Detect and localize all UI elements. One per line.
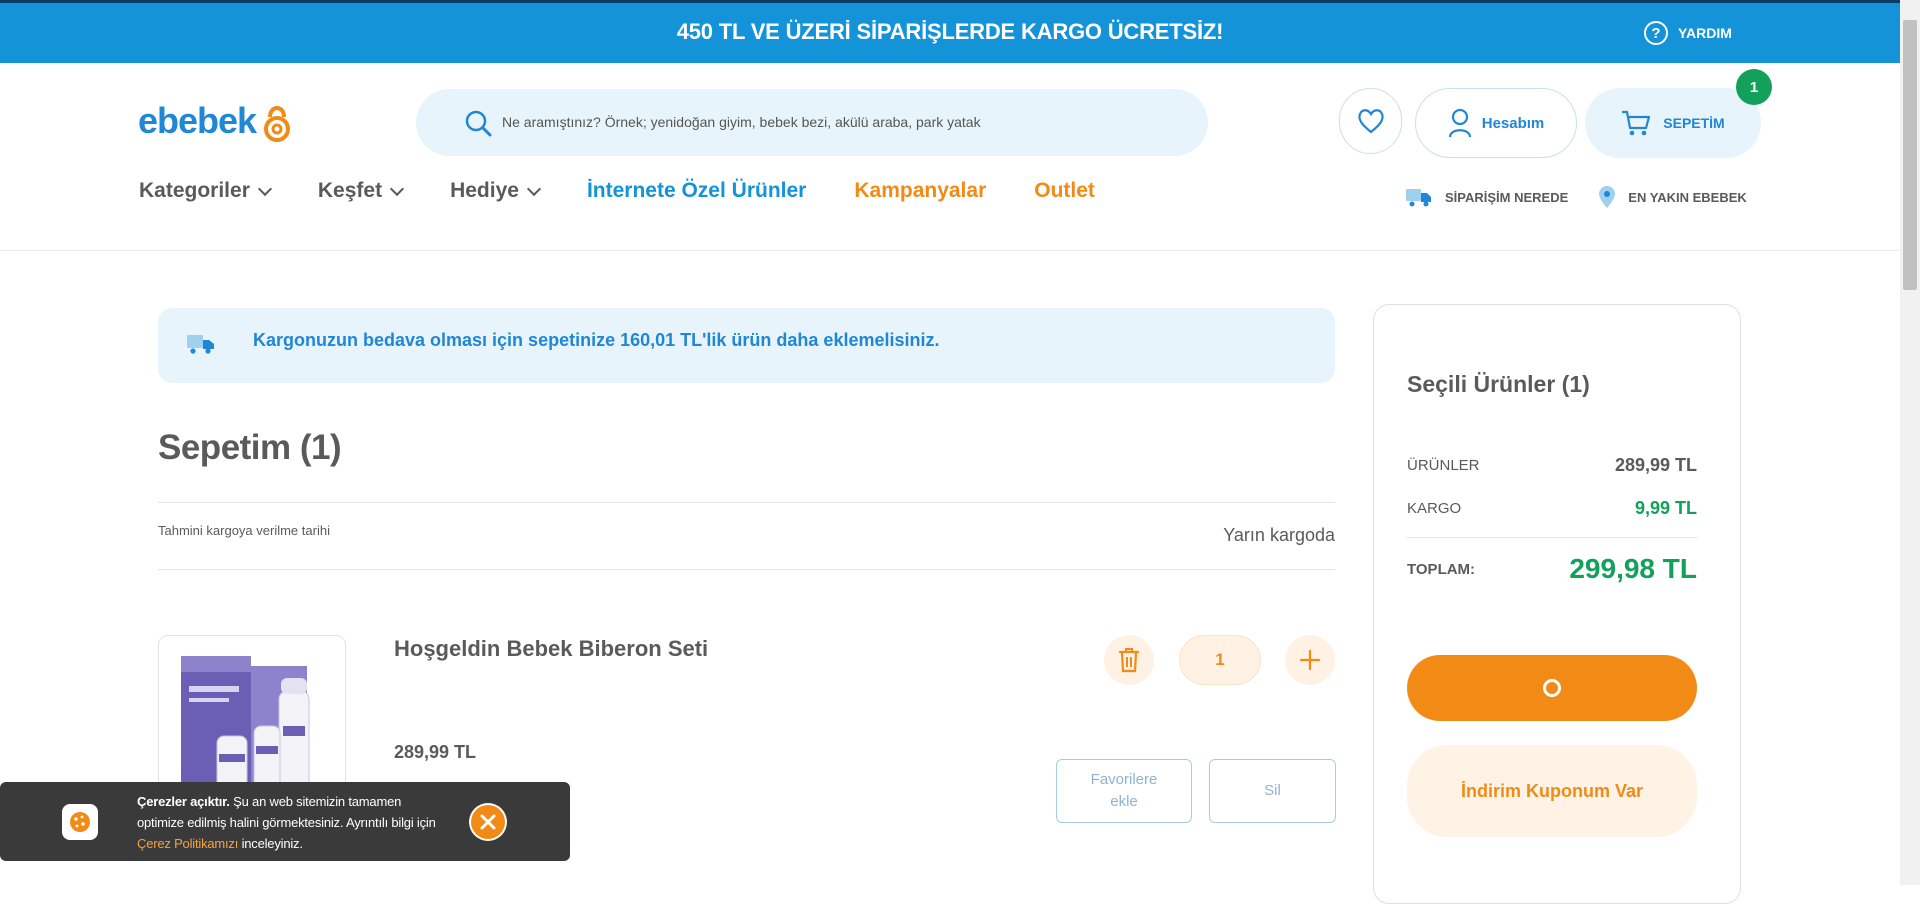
nav-gift-label: Hediye xyxy=(450,179,519,202)
main-nav: Kategoriler Keşfet Hediye İnternete Özel… xyxy=(139,179,1143,203)
nav-discover-label: Keşfet xyxy=(317,179,383,202)
quantity-field[interactable]: 1 xyxy=(1179,635,1261,685)
cart-count-badge: 1 xyxy=(1736,69,1772,105)
confirm-cart-button[interactable] xyxy=(1407,655,1697,721)
account-label: Hesabım xyxy=(1481,114,1545,132)
close-cookie-button[interactable] xyxy=(469,803,507,841)
page-title: Sepetim (1) xyxy=(158,428,342,467)
order-summary: Seçili Ürünler (1) ÜRÜNLER 289,99 TL KAR… xyxy=(1373,304,1741,904)
nav-discover[interactable]: Keşfet xyxy=(317,179,405,203)
summary-divider xyxy=(1407,537,1697,538)
summary-products-row: ÜRÜNLER 289,99 TL xyxy=(1407,455,1697,476)
chevron-down-icon xyxy=(390,181,405,197)
site-header: ebebek Hesabım SEPETİM 1 xyxy=(0,63,1900,251)
nearest-store-link[interactable]: EN YAKIN EBEBEK xyxy=(1598,185,1747,209)
product-image[interactable] xyxy=(158,635,346,805)
estimated-shipping-value: Yarın kargoda xyxy=(1223,525,1335,545)
help-link[interactable]: ? YARDIM xyxy=(1644,21,1732,45)
nav-gift[interactable]: Hediye xyxy=(450,179,542,203)
chevron-down-icon xyxy=(526,181,542,197)
cookie-notice-text: Çerezler açıktır. Şu an web sitemizin ta… xyxy=(137,791,437,854)
cookie-notice-end: inceleyiniz. xyxy=(238,836,303,851)
remove-item-button[interactable]: Sil xyxy=(1209,759,1336,823)
products-label: ÜRÜNLER xyxy=(1407,457,1480,474)
plus-icon xyxy=(1299,649,1321,671)
search-icon[interactable] xyxy=(464,109,492,137)
ebebek-logo[interactable]: ebebek xyxy=(138,99,294,143)
order-tracking-link[interactable]: SİPARİŞİM NEREDE xyxy=(1405,186,1568,208)
search-input[interactable] xyxy=(502,109,1162,135)
scrollbar-thumb[interactable] xyxy=(1903,20,1917,290)
free-shipping-promo: 450 TL VE ÜZERİ SİPARİŞLERDE KARGO ÜCRET… xyxy=(676,19,1224,44)
summary-shipping-row: KARGO 9,99 TL xyxy=(1407,498,1697,519)
product-price: 289,99 TL xyxy=(394,742,477,762)
close-icon xyxy=(471,805,505,839)
cookie-icon xyxy=(62,804,98,840)
heart-icon xyxy=(1357,109,1384,134)
user-icon xyxy=(1448,108,1471,138)
nav-categories[interactable]: Kategoriler xyxy=(139,179,272,203)
favorites-button[interactable] xyxy=(1339,88,1402,154)
delivery-truck-icon xyxy=(1406,189,1431,207)
baby-bottle-set-image xyxy=(181,656,310,802)
help-label: YARDIM xyxy=(1678,25,1732,41)
account-button[interactable]: Hesabım xyxy=(1415,88,1577,158)
logo-text: ebebek xyxy=(138,100,257,141)
delete-item-button[interactable] xyxy=(1104,635,1154,685)
shipping-label: KARGO xyxy=(1407,500,1462,517)
delivery-truck-icon xyxy=(187,335,214,354)
order-tracking-label: SİPARİŞİM NEREDE xyxy=(1445,189,1569,205)
cookie-notice-bold: Çerezler açıktır. xyxy=(137,794,230,809)
trash-icon xyxy=(1118,648,1140,673)
cart-icon xyxy=(1622,110,1651,136)
product-name[interactable]: Hoşgeldin Bebek Biberon Seti xyxy=(394,636,708,662)
nearest-store-label: EN YAKIN EBEBEK xyxy=(1628,189,1747,205)
search-bar xyxy=(416,89,1208,156)
nav-categories-label: Kategoriler xyxy=(139,179,250,202)
shipping-notice: Kargonuzun bedava olması için sepetinize… xyxy=(253,330,940,350)
utility-links: SİPARİŞİM NEREDE EN YAKIN EBEBEK xyxy=(1405,185,1747,209)
chevron-down-icon xyxy=(257,181,272,197)
loading-spinner-icon xyxy=(1543,679,1561,697)
cookie-banner: Çerezler açıktır. Şu an web sitemizin ta… xyxy=(0,782,570,861)
cart-button[interactable]: SEPETİM xyxy=(1585,88,1761,158)
shipping-value: 9,99 TL xyxy=(1634,498,1697,518)
divider xyxy=(158,502,1335,503)
cart-label: SEPETİM xyxy=(1663,115,1725,131)
total-label: TOPLAM: xyxy=(1407,560,1476,578)
nav-online-exclusive[interactable]: İnternete Özel Ürünler xyxy=(587,179,806,203)
nav-outlet[interactable]: Outlet xyxy=(1034,179,1095,203)
coupon-button[interactable]: İndirim Kuponum Var xyxy=(1407,745,1697,837)
increase-quantity-button[interactable] xyxy=(1285,635,1335,685)
divider xyxy=(158,569,1335,570)
products-value: 289,99 TL xyxy=(1614,455,1697,475)
summary-total-row: TOPLAM: 299,98 TL xyxy=(1407,553,1697,585)
nav-campaigns[interactable]: Kampanyalar xyxy=(854,179,986,203)
location-pin-icon xyxy=(1599,186,1616,208)
total-value: 299,98 TL xyxy=(1569,553,1697,584)
question-icon: ? xyxy=(1644,21,1668,45)
free-shipping-banner: Kargonuzun bedava olması için sepetinize… xyxy=(158,308,1335,383)
page-scrollbar[interactable] xyxy=(1900,0,1920,885)
estimated-shipping-label: Tahmini kargoya verilme tarihi xyxy=(158,523,330,538)
summary-title: Seçili Ürünler (1) xyxy=(1407,371,1590,397)
cookie-policy-link[interactable]: Çerez Politikamızı xyxy=(137,836,238,851)
promo-bar: 450 TL VE ÜZERİ SİPARİŞLERDE KARGO ÜCRET… xyxy=(0,0,1900,63)
logo-mark-icon xyxy=(264,106,291,142)
add-to-favorites-button[interactable]: Favorilere ekle xyxy=(1056,759,1192,823)
